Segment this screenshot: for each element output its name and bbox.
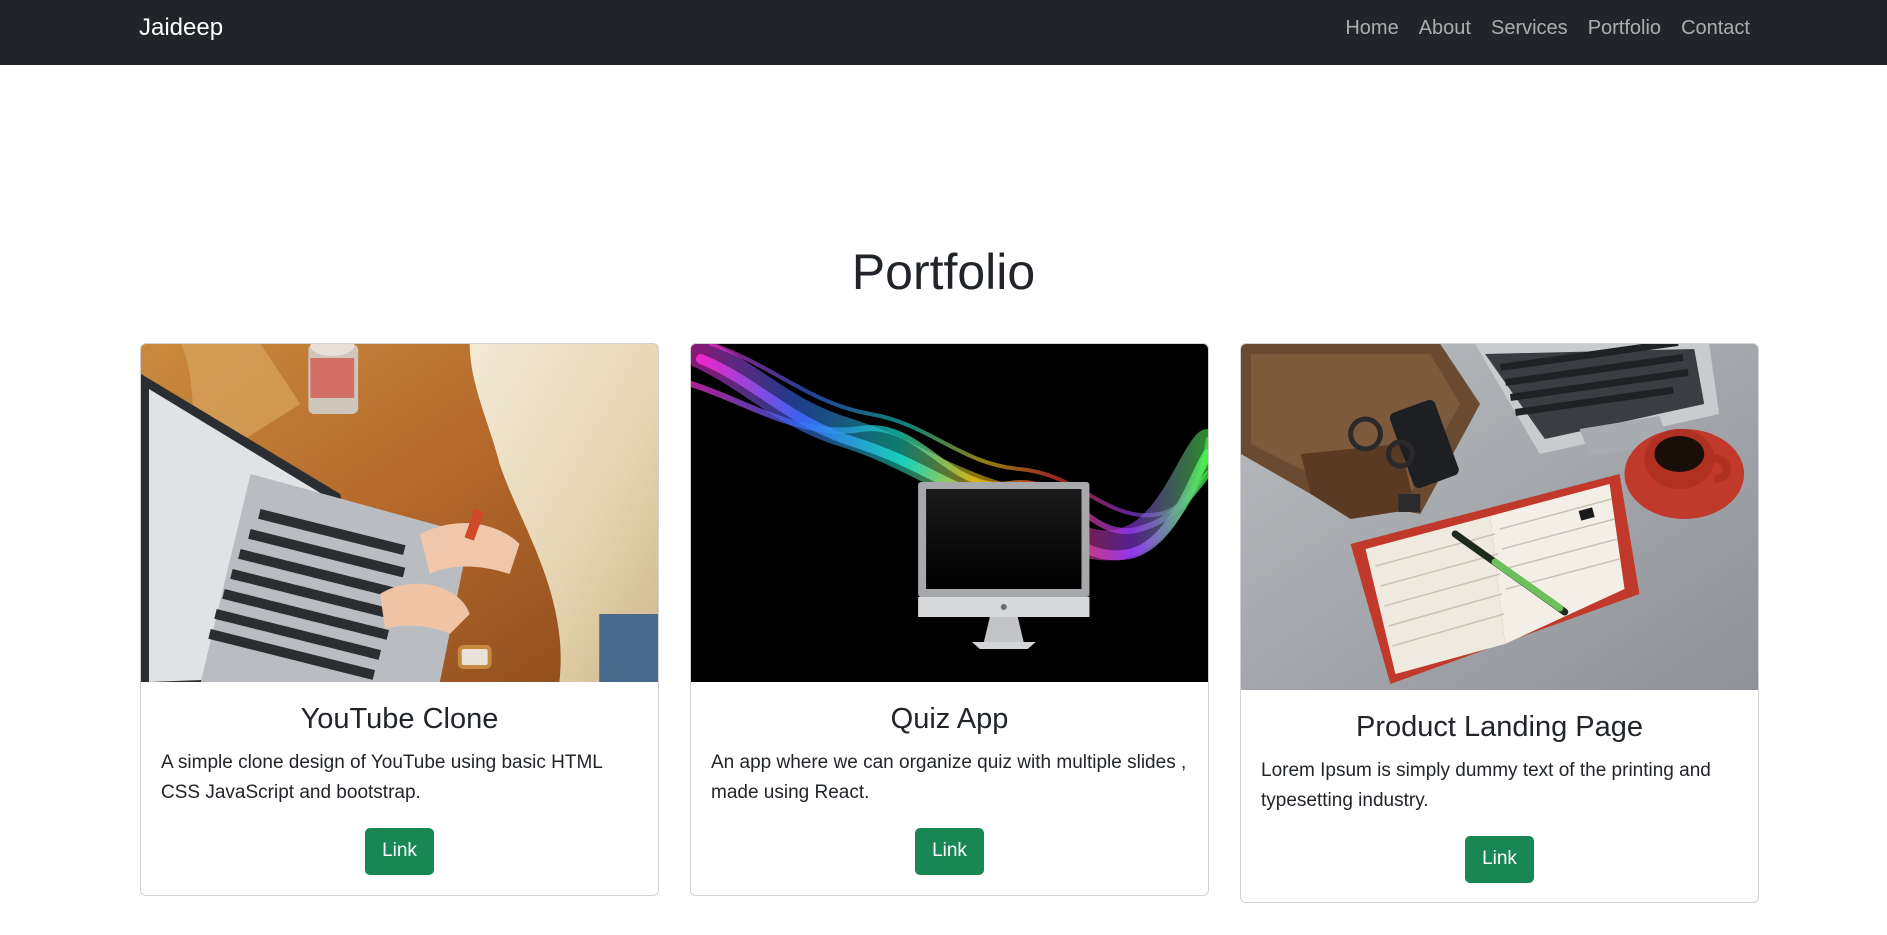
product-landing-page-link-button[interactable]: Link [1465,835,1534,883]
youtube-clone-link-button[interactable]: Link [365,827,434,875]
nav-link-about[interactable]: About [1419,17,1471,40]
card-text: A simple clone design of YouTube using b… [161,751,603,803]
card-body: Product Landing Page Lorem Ipsum is simp… [1241,710,1758,883]
quiz-app-link-button[interactable]: Link [915,827,984,875]
nav-link-portfolio[interactable]: Portfolio [1588,17,1661,40]
desk-with-notebook-laptop-coffee-image [1241,344,1758,690]
section-title: Portfolio [851,244,1036,300]
card-body: YouTube Clone A simple clone design of Y… [141,702,658,875]
card-text: An app where we can organize quiz with m… [711,751,1187,803]
portfolio-card-youtube-clone: YouTube Clone A simple clone design of Y… [140,343,659,896]
card-text: Lorem Ipsum is simply dummy text of the … [1261,759,1711,811]
nav-links: Home About Services Portfolio Contact [1345,17,1750,40]
nav-link-home[interactable]: Home [1345,17,1398,40]
woman-typing-on-laptop-image [141,344,658,682]
portfolio-card-quiz-app: Quiz App An app where we can organize qu… [690,343,1209,896]
nav-link-contact[interactable]: Contact [1681,17,1750,40]
card-title: YouTube Clone [300,703,499,735]
card-body: Quiz App An app where we can organize qu… [691,702,1208,875]
navbar: Jaideep Home About Services Portfolio Co… [0,0,1887,65]
nav-link-services[interactable]: Services [1491,17,1568,40]
card-title: Product Landing Page [1356,711,1643,743]
brand-link[interactable]: Jaideep [139,14,223,42]
rainbow-smoke-monitor-image [691,344,1208,682]
portfolio-card-product-landing-page: Product Landing Page Lorem Ipsum is simp… [1240,343,1759,903]
card-title: Quiz App [890,703,1009,735]
